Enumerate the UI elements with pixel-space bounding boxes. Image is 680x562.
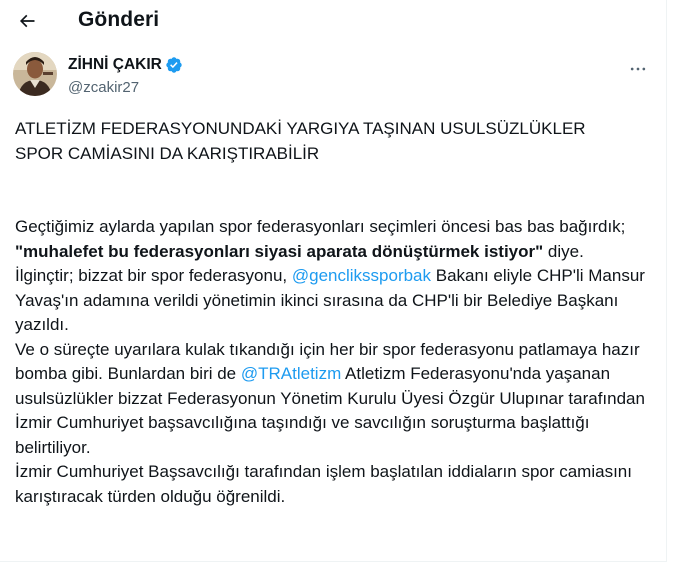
mention-link[interactable]: @genclikssporbak (292, 266, 431, 285)
quoted-statement: "muhalefet bu federasyonları siyasi apar… (15, 241, 544, 261)
paragraph-4: İzmir Cumhuriyet Başsavcılığı tarafından… (15, 462, 632, 506)
avatar[interactable] (13, 52, 57, 96)
more-options-button[interactable] (626, 58, 650, 80)
headline-line2: SPOR CAMİASINI DA KARIŞTIRABİLİR (15, 143, 320, 163)
paragraph-2-text: İlginçtir; bizzat bir spor federasyonu, (15, 266, 292, 285)
paragraph-1: Geçtiğimiz aylarda yapılan spor federasy… (15, 215, 655, 264)
back-button[interactable] (12, 6, 42, 36)
verified-badge-icon (166, 57, 182, 73)
column-divider (666, 0, 667, 562)
more-horizontal-icon (630, 67, 646, 71)
author-handle[interactable]: @zcakir27 (68, 79, 139, 96)
tweet-author: ZİHNİ ÇAKIR @zcakir27 (13, 52, 663, 104)
paragraph-1-end: diye. (543, 241, 584, 261)
mention-link[interactable]: @TRAtletizm (241, 364, 341, 383)
arrow-left-icon (19, 14, 35, 28)
headline-line1: ATLETİZM FEDERASYONUNDAKİ YARGIYA TAŞINA… (15, 119, 586, 138)
headline: ATLETİZM FEDERASYONUNDAKİ YARGIYA TAŞINA… (15, 117, 655, 166)
page-header: Gönderi (0, 0, 666, 42)
paragraph-3: Ve o süreçte uyarılara kulak tıkandığı i… (15, 338, 655, 461)
paragraph-2: İlginçtir; bizzat bir spor federasyonu, … (15, 264, 655, 338)
page-title: Gönderi (78, 8, 160, 31)
author-name[interactable]: ZİHNİ ÇAKIR (68, 56, 162, 74)
tweet-text: ATLETİZM FEDERASYONUNDAKİ YARGIYA TAŞINA… (15, 117, 655, 509)
paragraph-1-text: Geçtiğimiz aylarda yapılan spor federasy… (15, 217, 626, 236)
